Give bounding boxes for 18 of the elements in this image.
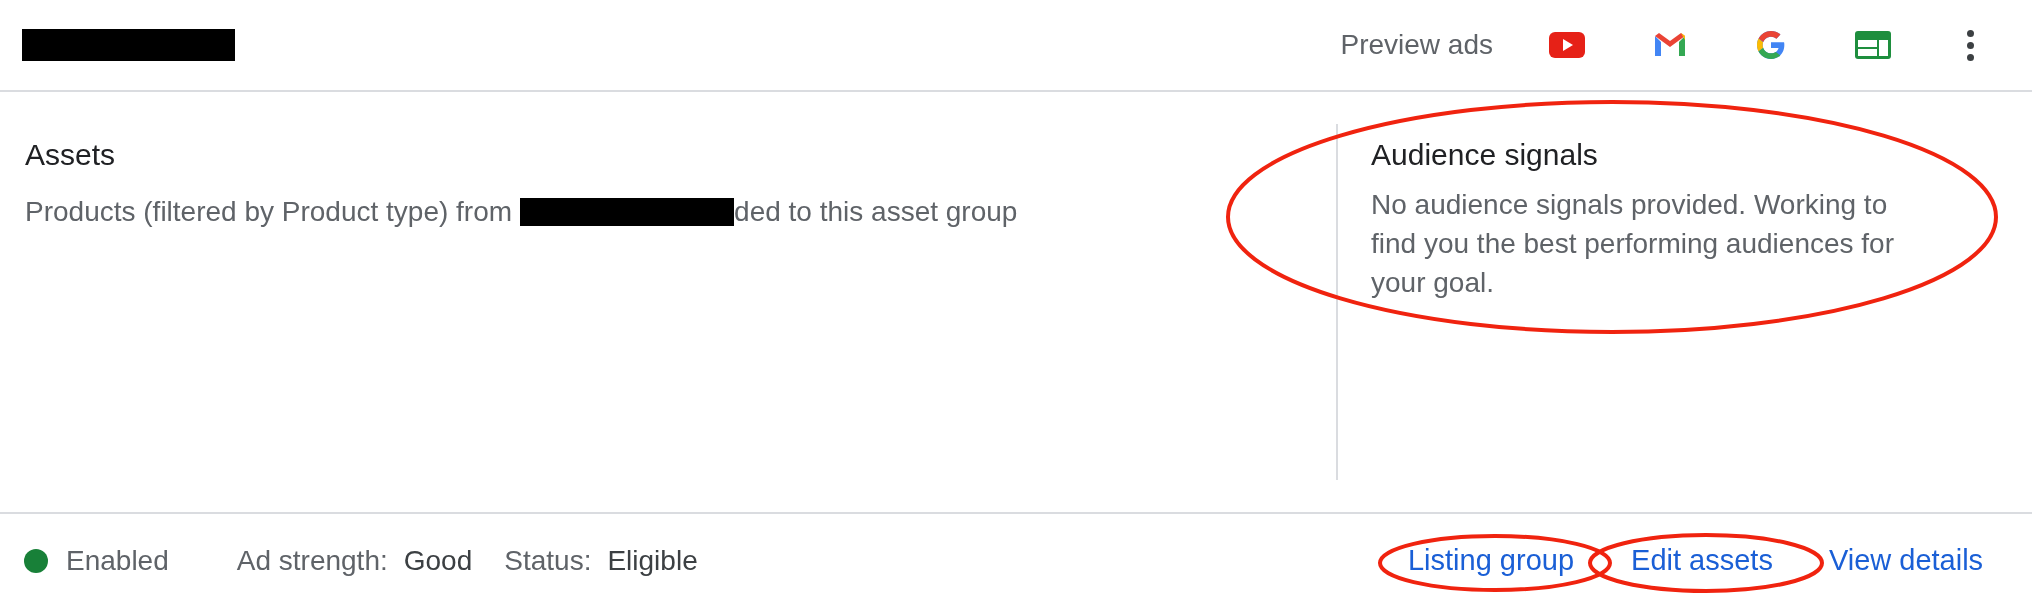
assets-description: Products (filtered by Product type) from [25,195,513,229]
audience-description: No audience signals provided. Working to find you the best performing audiences for your goal. [1371,188,1895,300]
ad-strength-value: Good [403,544,473,578]
section-title: Audience signals [1371,137,1599,173]
footer-link[interactable]: Listing group [1403,539,1579,583]
footer-link[interactable]: View details [1825,539,1987,583]
status-value: Eligible [607,544,698,578]
status-label: Status: [504,544,592,578]
section-title: Assets [25,137,117,173]
preview-ads-label: Preview ads [1340,28,1493,62]
g-icon[interactable] [1755,29,1787,61]
footer-link[interactable]: Edit assets [1628,539,1776,583]
envelope-m-icon[interactable] [1653,32,1687,58]
ad-strength-label: Ad strength: [236,544,388,578]
layout-icon[interactable] [1855,31,1891,59]
play-icon[interactable] [1549,32,1585,58]
assets-description: ded to this asset group [734,195,1018,229]
enabled-label: Enabled [66,544,169,578]
